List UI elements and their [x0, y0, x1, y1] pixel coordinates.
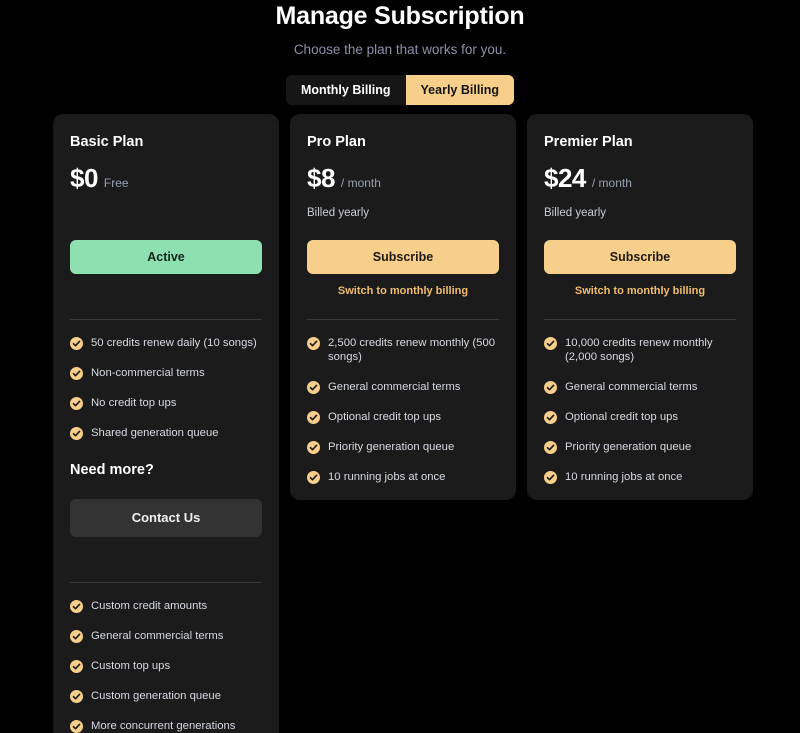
plan-price-period: Free — [104, 175, 129, 191]
feature-label: Custom top ups — [91, 659, 170, 673]
billing-toggle-container: Monthly Billing Yearly Billing — [0, 75, 800, 105]
toggle-monthly-billing[interactable]: Monthly Billing — [286, 75, 406, 105]
check-circle-icon — [70, 337, 83, 350]
feature-item: 2,500 credits renew monthly (500 songs) — [307, 336, 499, 364]
toggle-yearly-billing[interactable]: Yearly Billing — [406, 75, 515, 105]
need-more-row: Need more? Contact Us Custom credit amou… — [53, 440, 753, 733]
feature-label: Optional credit top ups — [565, 410, 678, 424]
feature-item: General commercial terms — [544, 380, 736, 394]
need-more-cta-zone: Contact Us — [70, 499, 262, 561]
feature-item: Non-commercial terms — [70, 366, 262, 380]
feature-item: Custom generation queue — [70, 689, 262, 703]
plan-cta-zone: Active — [70, 240, 262, 298]
plan-price-row: $0 Free — [70, 163, 262, 193]
check-circle-icon — [70, 690, 83, 703]
check-circle-icon — [70, 600, 83, 613]
plan-price-row: $24 / month — [544, 163, 736, 193]
switch-billing-link[interactable]: Switch to monthly billing — [307, 284, 499, 298]
plan-price-period: / month — [341, 175, 381, 191]
subscribe-button[interactable]: Subscribe — [544, 240, 736, 274]
feature-item: General commercial terms — [70, 629, 262, 643]
active-plan-button[interactable]: Active — [70, 240, 262, 274]
plan-title: Basic Plan — [70, 132, 262, 152]
need-more-features: Custom credit amounts General commercial … — [70, 599, 262, 733]
cta-spacer — [70, 274, 262, 298]
check-circle-icon — [544, 337, 557, 350]
page-subtitle: Choose the plan that works for you. — [0, 41, 800, 59]
feature-item: 10,000 credits renew monthly (2,000 song… — [544, 336, 736, 364]
subscribe-button[interactable]: Subscribe — [307, 240, 499, 274]
billing-toggle[interactable]: Monthly Billing Yearly Billing — [286, 75, 514, 105]
need-more-card: Need more? Contact Us Custom credit amou… — [53, 440, 279, 733]
check-circle-icon — [544, 381, 557, 394]
check-circle-icon — [70, 397, 83, 410]
feature-item: Custom top ups — [70, 659, 262, 673]
feature-item: Optional credit top ups — [307, 410, 499, 424]
check-circle-icon — [307, 337, 320, 350]
feature-label: More concurrent generations — [91, 719, 235, 733]
plan-billed-note: Billed yearly — [307, 205, 499, 221]
plan-title: Pro Plan — [307, 132, 499, 152]
feature-label: Custom generation queue — [91, 689, 221, 703]
check-circle-icon — [307, 381, 320, 394]
check-circle-icon — [70, 427, 83, 440]
plan-price-period: / month — [592, 175, 632, 191]
feature-item: No credit top ups — [70, 396, 262, 410]
feature-label: Optional credit top ups — [328, 410, 441, 424]
check-circle-icon — [544, 411, 557, 424]
feature-label: 50 credits renew daily (10 songs) — [91, 336, 257, 350]
check-circle-icon — [70, 367, 83, 380]
feature-item: More concurrent generations — [70, 719, 262, 733]
plan-price-amount: $24 — [544, 163, 586, 193]
feature-label: 2,500 credits renew monthly (500 songs) — [328, 336, 499, 364]
page-title: Manage Subscription — [0, 1, 800, 31]
subscription-page: Manage Subscription Choose the plan that… — [0, 0, 800, 733]
plan-divider — [544, 319, 736, 320]
plan-cta-zone: Subscribe Switch to monthly billing — [307, 240, 499, 298]
check-circle-icon — [70, 720, 83, 733]
plan-billed-note: Billed yearly — [544, 205, 736, 221]
plan-price-row: $8 / month — [307, 163, 499, 193]
need-more-divider — [70, 582, 262, 583]
plan-divider — [307, 319, 499, 320]
feature-label: Shared generation queue — [91, 426, 219, 440]
feature-item: Optional credit top ups — [544, 410, 736, 424]
plan-title: Premier Plan — [544, 132, 736, 152]
feature-label: General commercial terms — [565, 380, 697, 394]
check-circle-icon — [307, 411, 320, 424]
feature-label: Non-commercial terms — [91, 366, 205, 380]
feature-label: 10,000 credits renew monthly (2,000 song… — [565, 336, 736, 364]
feature-label: Custom credit amounts — [91, 599, 207, 613]
feature-item: Custom credit amounts — [70, 599, 262, 613]
feature-label: No credit top ups — [91, 396, 176, 410]
feature-item: Shared generation queue — [70, 426, 262, 440]
plan-billed-note — [70, 205, 262, 221]
cta-spacer — [70, 537, 262, 561]
contact-us-button[interactable]: Contact Us — [70, 499, 262, 537]
feature-item: 50 credits renew daily (10 songs) — [70, 336, 262, 350]
page-header: Manage Subscription Choose the plan that… — [0, 0, 800, 59]
plan-divider — [70, 319, 262, 320]
check-circle-icon — [70, 630, 83, 643]
feature-item: General commercial terms — [307, 380, 499, 394]
plan-price-amount: $0 — [70, 163, 98, 193]
plan-price-amount: $8 — [307, 163, 335, 193]
switch-billing-link[interactable]: Switch to monthly billing — [544, 284, 736, 298]
feature-label: General commercial terms — [91, 629, 223, 643]
need-more-title: Need more? — [70, 460, 262, 480]
check-circle-icon — [70, 660, 83, 673]
plan-cta-zone: Subscribe Switch to monthly billing — [544, 240, 736, 298]
feature-label: General commercial terms — [328, 380, 460, 394]
